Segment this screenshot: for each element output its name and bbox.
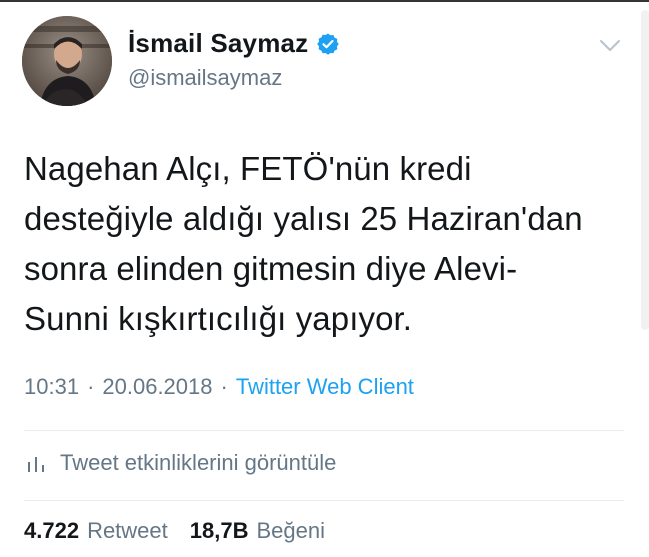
display-name[interactable]: İsmail Saymaz: [128, 28, 308, 59]
tweet-text: Nagehan Alçı, FETÖ'nün kredi desteğiyle …: [24, 144, 624, 344]
tweet-text-line: Sunni kışkırtıcılığı yapıyor.: [24, 300, 413, 337]
top-border: [0, 0, 649, 2]
tweet-time[interactable]: 10:31: [24, 374, 79, 400]
meta-separator: ·: [220, 374, 228, 399]
meta-separator: ·: [87, 374, 95, 399]
tweet-text-line: sonra elinden gitmesin diye Alevi-: [24, 250, 518, 287]
tweet-text-line: desteğiyle aldığı yalısı 25 Haziran'dan: [24, 200, 583, 237]
avatar[interactable]: [22, 16, 112, 106]
retweet-label[interactable]: Retweet: [87, 518, 168, 544]
activity-label: Tweet etkinliklerini görüntüle: [60, 450, 337, 475]
tweet-stats: 4.722 Retweet 18,7B Beğeni: [24, 518, 325, 544]
tweet-meta: 10:31 · 20.06.2018 · Twitter Web Client: [24, 374, 414, 400]
like-count[interactable]: 18,7B: [190, 518, 249, 544]
scrollbar[interactable]: [641, 10, 649, 330]
user-info: İsmail Saymaz @ismailsaymaz: [128, 28, 340, 91]
avatar-photo: [22, 16, 112, 106]
verified-badge-icon: [316, 32, 340, 56]
divider: [24, 430, 624, 431]
tweet-client-link[interactable]: Twitter Web Client: [236, 374, 414, 400]
retweet-count[interactable]: 4.722: [24, 518, 79, 544]
tweet-header: İsmail Saymaz @ismailsaymaz: [22, 16, 632, 116]
user-handle[interactable]: @ismailsaymaz: [128, 65, 340, 91]
like-label[interactable]: Beğeni: [257, 518, 326, 544]
tweet-text-line: Nagehan Alçı, FETÖ'nün kredi: [24, 150, 472, 187]
tweet-card: İsmail Saymaz @ismailsaymaz Nagehan Alçı…: [0, 0, 649, 557]
tweet-activity-link[interactable]: Tweet etkinliklerini görüntüle: [24, 450, 336, 476]
divider: [24, 500, 624, 501]
bar-chart-icon: [28, 457, 44, 472]
chevron-down-icon[interactable]: [598, 34, 622, 58]
tweet-date[interactable]: 20.06.2018: [102, 374, 212, 400]
name-row: İsmail Saymaz: [128, 28, 340, 59]
